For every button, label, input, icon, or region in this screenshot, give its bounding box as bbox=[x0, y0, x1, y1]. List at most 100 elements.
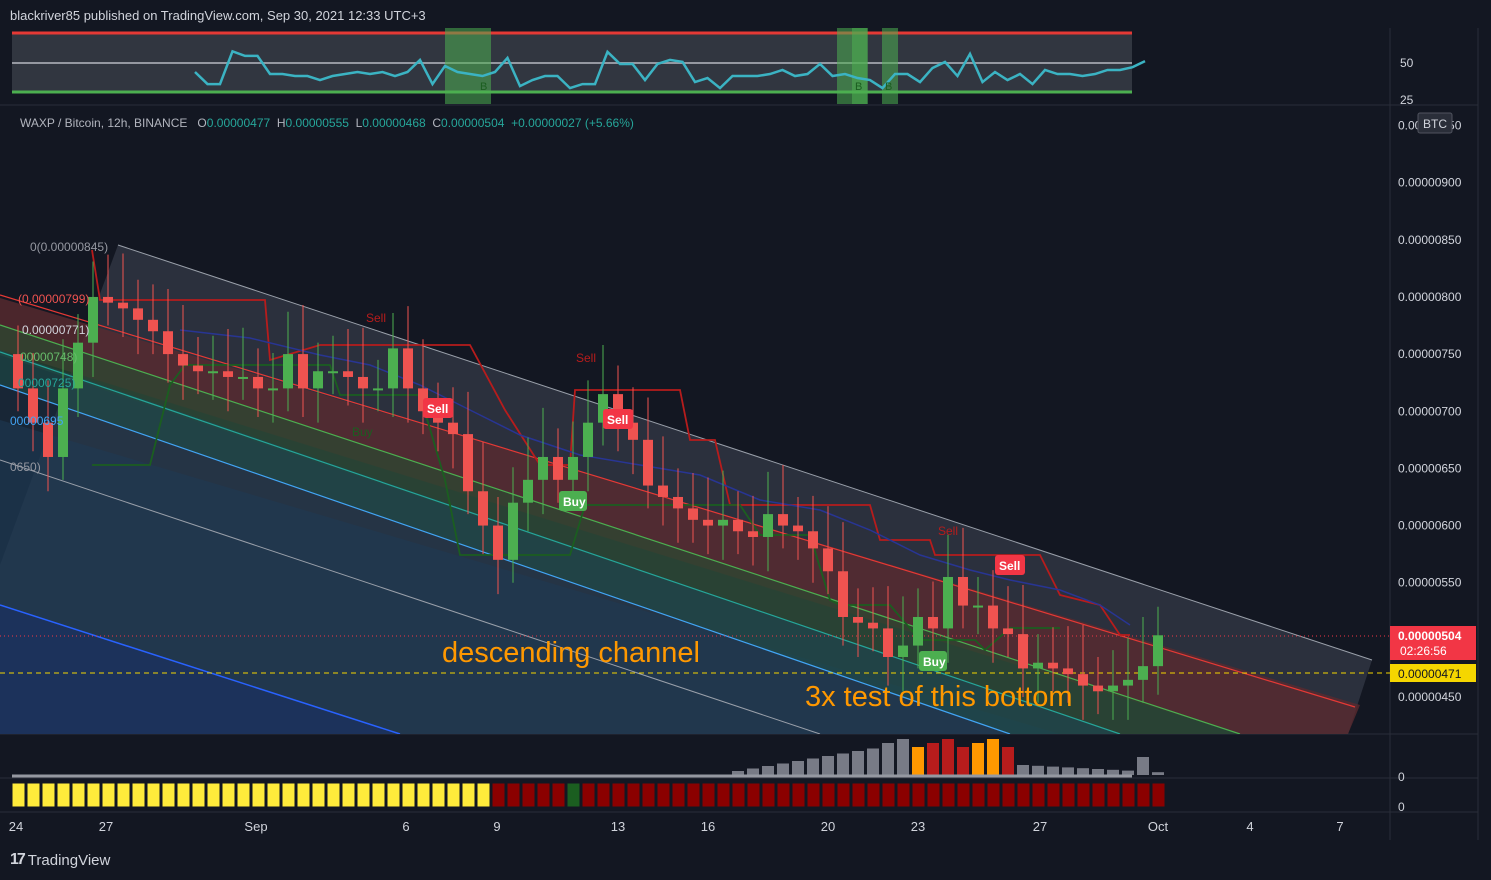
trend-bar bbox=[1106, 782, 1121, 808]
candle-body bbox=[343, 371, 353, 377]
buy-badge: Buy bbox=[559, 491, 587, 511]
candle-body bbox=[643, 439, 653, 486]
trend-bar bbox=[776, 782, 791, 808]
price-chart[interactable]: BBB 50 25 0(0.00000845) (0.00000799) 0.0… bbox=[0, 0, 1491, 880]
trend-bar bbox=[641, 782, 656, 808]
candle-body bbox=[688, 508, 698, 520]
time-tick: 16 bbox=[701, 819, 715, 834]
footer-brand[interactable]: 17 TradingView bbox=[10, 851, 110, 869]
trend-bar bbox=[251, 782, 266, 808]
trend-bar bbox=[821, 782, 836, 808]
candle-body bbox=[463, 434, 473, 492]
low-value: 0.00000468 bbox=[362, 116, 426, 130]
candle-body bbox=[493, 525, 503, 560]
trend-bar bbox=[116, 782, 131, 808]
candle-body bbox=[193, 365, 203, 372]
price-tick: 0.00000750 bbox=[1398, 347, 1462, 361]
sell-signal-text: Sell bbox=[938, 524, 958, 538]
bar-panel-tick: 0 bbox=[1398, 800, 1405, 814]
trend-bar bbox=[11, 782, 26, 808]
trend-bar bbox=[581, 782, 596, 808]
candle-body bbox=[973, 605, 983, 608]
trend-bar bbox=[206, 782, 221, 808]
trend-bar bbox=[101, 782, 116, 808]
sell-signal-text: Sell bbox=[576, 351, 596, 365]
trend-bar bbox=[926, 782, 941, 808]
level-value: 0.00000471 bbox=[1398, 667, 1462, 681]
candle-body bbox=[898, 645, 908, 657]
volume-tick: 0 bbox=[1398, 770, 1405, 784]
trend-bar bbox=[806, 782, 821, 808]
time-tick: 7 bbox=[1336, 819, 1343, 834]
time-tick: 24 bbox=[9, 819, 23, 834]
trend-bar bbox=[1136, 782, 1151, 808]
svg-text:Sell: Sell bbox=[427, 402, 448, 416]
candle-body bbox=[298, 354, 308, 389]
volume-bar bbox=[972, 743, 984, 775]
price-tick: 0.00000450 bbox=[1398, 690, 1462, 704]
volume-bar bbox=[852, 751, 864, 775]
candle-body bbox=[478, 491, 488, 526]
candle-body bbox=[388, 348, 398, 389]
rsi-tick-25: 25 bbox=[1400, 93, 1414, 107]
trend-bar bbox=[956, 782, 971, 808]
volume-bar bbox=[1107, 769, 1119, 775]
sell-badge: Sell bbox=[995, 555, 1025, 575]
last-price-value: 0.00000504 bbox=[1398, 629, 1462, 643]
trend-bar bbox=[326, 782, 341, 808]
trend-bar bbox=[311, 782, 326, 808]
volume-bar bbox=[837, 753, 849, 775]
trend-bar bbox=[716, 782, 731, 808]
candle-body bbox=[1138, 666, 1148, 680]
rsi-b-label: B bbox=[855, 81, 862, 93]
candle-body bbox=[88, 296, 98, 343]
candle-body bbox=[1063, 668, 1073, 675]
trend-bar bbox=[1076, 782, 1091, 808]
candle-body bbox=[673, 496, 683, 509]
fib-label-3: 00000748) bbox=[20, 350, 77, 364]
volume-bar bbox=[882, 743, 894, 775]
trend-bar bbox=[371, 782, 386, 808]
time-tick: 27 bbox=[1033, 819, 1047, 834]
rsi-bull-zone bbox=[445, 28, 475, 104]
trend-bar bbox=[536, 782, 551, 808]
trend-bar bbox=[296, 782, 311, 808]
trend-bar bbox=[611, 782, 626, 808]
trend-bar bbox=[506, 782, 521, 808]
candle-body bbox=[118, 302, 128, 309]
price-tick: 0.00000900 bbox=[1398, 176, 1462, 190]
trend-bar bbox=[416, 782, 431, 808]
volume-bar bbox=[1152, 772, 1164, 775]
fib-label-1: (0.00000799) bbox=[18, 292, 89, 306]
candle-body bbox=[268, 388, 278, 391]
candle-body bbox=[1108, 685, 1118, 692]
trend-bar bbox=[596, 782, 611, 808]
candle-body bbox=[1033, 662, 1043, 669]
candle-body bbox=[748, 531, 758, 537]
candle-body bbox=[838, 571, 848, 617]
svg-text:Sell: Sell bbox=[607, 413, 628, 427]
time-tick: 9 bbox=[493, 819, 500, 834]
volume-bar bbox=[747, 768, 759, 775]
candle-body bbox=[793, 525, 803, 532]
candle-body bbox=[1048, 662, 1058, 669]
candle-body bbox=[403, 348, 413, 389]
volume-bar bbox=[1077, 768, 1089, 775]
candle-body bbox=[328, 371, 338, 374]
trend-bar bbox=[1121, 782, 1136, 808]
trend-bar bbox=[1001, 782, 1016, 808]
trend-bar bbox=[86, 782, 101, 808]
bottom-annotation: 3x test of this bottom bbox=[805, 681, 1073, 713]
channel-annotation: descending channel bbox=[442, 637, 700, 669]
volume-bar bbox=[762, 766, 774, 775]
price-tick: 0.00000850 bbox=[1398, 233, 1462, 247]
trend-bar bbox=[746, 782, 761, 808]
candle-body bbox=[1003, 628, 1013, 635]
candle-body bbox=[763, 514, 773, 537]
high-value: 0.00000555 bbox=[285, 116, 349, 130]
candle-body bbox=[523, 479, 533, 503]
candle-body bbox=[1153, 635, 1163, 667]
volume-bar bbox=[957, 747, 969, 775]
time-tick: Oct bbox=[1148, 819, 1169, 834]
symbol-legend: WAXP / Bitcoin, 12h, BINANCE O0.00000477… bbox=[20, 116, 634, 130]
